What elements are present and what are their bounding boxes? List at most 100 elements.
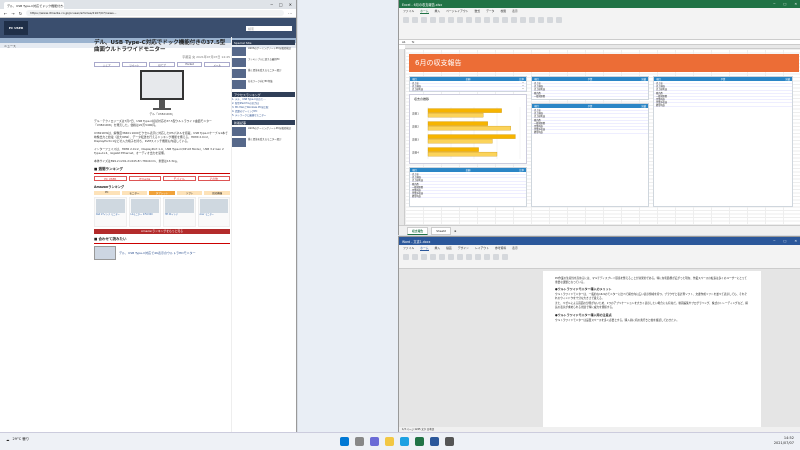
file-explorer-icon[interactable] <box>385 437 394 446</box>
highlight-icon[interactable] <box>448 254 454 260</box>
sidebar-item[interactable]: 働く環境を変えるモニター選び <box>232 69 295 78</box>
ribbon-tab[interactable]: データ <box>486 9 494 14</box>
bold-icon[interactable] <box>421 17 427 23</box>
document-page[interactable]: PC作業の生産性を高めるには、マルチディスプレイ環境を整えることが効果的である。… <box>543 271 761 432</box>
sidebar-item[interactable]: 働く環境を変えるモニター選び <box>232 138 295 147</box>
ranking-link[interactable]: 4. 話題のゲーミングPC <box>232 110 295 113</box>
browser-tab[interactable]: デル、USB Type-C対応でドック機能付き… <box>4 2 64 9</box>
rank-button[interactable]: その他 <box>197 176 230 181</box>
ranking-link[interactable]: 3. M1 MacとWindows PCを比較 <box>232 106 295 109</box>
weather-widget[interactable]: ☁ 29°C 曇り <box>6 437 29 442</box>
featured-link[interactable]: デル、USB Type-C対応で4K表示のウルトラHDモニター <box>119 251 196 255</box>
more-ranking-button[interactable]: Amazonランキングをもっと見る <box>94 229 230 234</box>
minimize-icon[interactable]: ─ <box>773 239 775 243</box>
rank-button[interactable]: ITmedia <box>128 176 161 181</box>
product-name[interactable]: HP 24インチ <box>164 213 195 217</box>
doc-paragraph[interactable]: また、ベゼルによる画面の分断がないため、1つのアプリケーションを大きく表示したい… <box>555 302 749 309</box>
amazon-tab[interactable]: PC <box>94 191 120 195</box>
sidebar-item[interactable]: ASUSのゲーミングノートPCを徹底検証 <box>232 127 295 136</box>
maximize-icon[interactable]: □ <box>783 239 786 243</box>
table-style-icon[interactable] <box>511 17 517 23</box>
close-icon[interactable]: ✕ <box>794 239 797 243</box>
doc-paragraph[interactable]: PC作業の生産性を高めるには、マルチディスプレイ環境を整えることが効果的である。… <box>555 277 749 284</box>
underline-icon[interactable] <box>439 17 445 23</box>
fx-icon[interactable]: fx <box>412 40 415 44</box>
font-color-icon[interactable] <box>457 17 463 23</box>
sidebar-item[interactable]: ASUSのゲーミングノートPCを徹底検証 <box>232 47 295 56</box>
detail-table-right[interactable]: 項目 予算 実績 売上高 売上原価 売上総利益 販売費 一般管理費 営業利益 営業外… <box>653 76 793 207</box>
underline-icon[interactable] <box>439 254 445 260</box>
mail-button[interactable]: メール <box>204 62 230 67</box>
clock-date[interactable]: 2021/07/07 <box>774 441 794 446</box>
amazon-tab[interactable]: モニター <box>121 191 148 195</box>
detail-table-left[interactable]: 項目 金額 比率 売上高 売上原価 売上総利益 販売費 一般管理費 営業利益 営業外… <box>409 167 527 207</box>
italic-icon[interactable] <box>430 17 436 23</box>
ribbon-tab-active[interactable]: ホーム <box>420 246 429 251</box>
word-icon[interactable] <box>430 437 439 446</box>
product-name[interactable]: Acer モニター <box>199 213 230 217</box>
site-search-input[interactable]: 検索 <box>246 25 292 31</box>
forward-icon[interactable]: → <box>11 11 14 16</box>
merge-icon[interactable] <box>484 17 490 23</box>
sort-icon[interactable] <box>547 17 553 23</box>
ribbon-tab[interactable]: 挿入 <box>435 246 441 251</box>
amazon-tab[interactable]: タブレット <box>149 191 175 195</box>
align-icon[interactable] <box>475 254 481 260</box>
sidebar-item[interactable]: フレキシブルに使える最新PC <box>232 58 295 67</box>
rank-button[interactable]: モバイル <box>163 176 196 181</box>
product-name[interactable]: Dell 27インチ モニター <box>95 213 126 217</box>
search-icon[interactable] <box>355 437 364 446</box>
url-field[interactable]: https://www.itmedia.co.jp/pcuser/article… <box>26 10 284 16</box>
product-name[interactable]: LGモニター 27UL500 <box>130 213 161 217</box>
edge-icon[interactable] <box>400 437 409 446</box>
add-sheet-icon[interactable]: ⊕ <box>454 229 456 233</box>
name-box[interactable]: A1 <box>402 40 406 44</box>
sidebar-item[interactable]: 在宅ワーク向けPC特集 <box>232 80 295 89</box>
ribbon-tab[interactable]: 校閲 <box>500 9 506 14</box>
featured-thumbnail[interactable] <box>94 246 116 260</box>
ribbon-tab[interactable]: 表示 <box>512 246 518 251</box>
paste-icon[interactable] <box>403 254 409 260</box>
align-center-icon[interactable] <box>475 17 481 23</box>
ranking-link[interactable]: 2. 新型iPad Proの実力は <box>232 102 295 105</box>
product-card[interactable]: LGモニター 27UL500 <box>128 197 161 227</box>
bar-chart[interactable]: 収支の推移 項目1 項目2 項目3 項目4 <box>409 94 527 164</box>
ribbon-tab[interactable]: ファイル <box>403 9 414 14</box>
ribbon-tab-active[interactable]: ホーム <box>420 9 429 14</box>
sum-icon[interactable] <box>538 17 544 23</box>
close-icon[interactable]: ✕ <box>289 2 292 7</box>
find-icon[interactable] <box>493 254 499 260</box>
report-banner[interactable]: 6月の収支報告 <box>409 54 799 72</box>
product-card[interactable]: Dell 27インチ モニター <box>94 197 127 227</box>
product-card[interactable]: Acer モニター <box>197 197 230 227</box>
bullets-icon[interactable] <box>457 254 463 260</box>
site-logo[interactable]: PC USER <box>4 21 28 35</box>
ribbon-tab[interactable]: ファイル <box>403 246 414 251</box>
maximize-icon[interactable]: □ <box>279 2 283 7</box>
amazon-tab[interactable]: ソフト <box>176 191 203 195</box>
close-icon[interactable]: ✕ <box>794 2 797 6</box>
back-icon[interactable]: ← <box>4 11 7 16</box>
ribbon-tab[interactable]: デザイン <box>458 246 469 251</box>
fill-color-icon[interactable] <box>448 17 454 23</box>
insert-icon[interactable] <box>520 17 526 23</box>
system-tray[interactable]: 14:52 2021/07/07 <box>774 436 794 446</box>
number-format-icon[interactable] <box>493 17 499 23</box>
minimize-icon[interactable]: ─ <box>270 2 272 7</box>
numbering-icon[interactable] <box>466 254 472 260</box>
bold-icon[interactable] <box>421 254 427 260</box>
ribbon-tab[interactable]: 表示 <box>512 9 518 14</box>
dictate-icon[interactable] <box>502 254 508 260</box>
tweet-button[interactable]: ツイート <box>121 62 148 67</box>
minimize-icon[interactable]: ─ <box>773 2 775 6</box>
doc-heading[interactable]: ●ウルトラワイドモニター導入時の注意点 <box>555 313 749 317</box>
table-row[interactable]: 一般管理費 <box>532 94 648 98</box>
summary-table-left[interactable]: 項目 金額 比率 売上高 — 売上原価 — 売上総利益 — <box>409 76 527 92</box>
table-row[interactable]: 経常利益 <box>532 130 648 134</box>
worksheet-grid[interactable]: 6月の収支報告 項目 金額 比率 売上高 — 売上原価 — 売上総利益 — 収支の推移 項… <box>405 49 800 225</box>
reload-icon[interactable]: ↻ <box>19 11 22 16</box>
table-row[interactable]: 経常利益 <box>654 103 792 107</box>
store-icon[interactable] <box>445 437 454 446</box>
ribbon-tab[interactable]: 数式 <box>474 9 480 14</box>
table-row[interactable]: 売上総利益 — <box>410 87 526 91</box>
